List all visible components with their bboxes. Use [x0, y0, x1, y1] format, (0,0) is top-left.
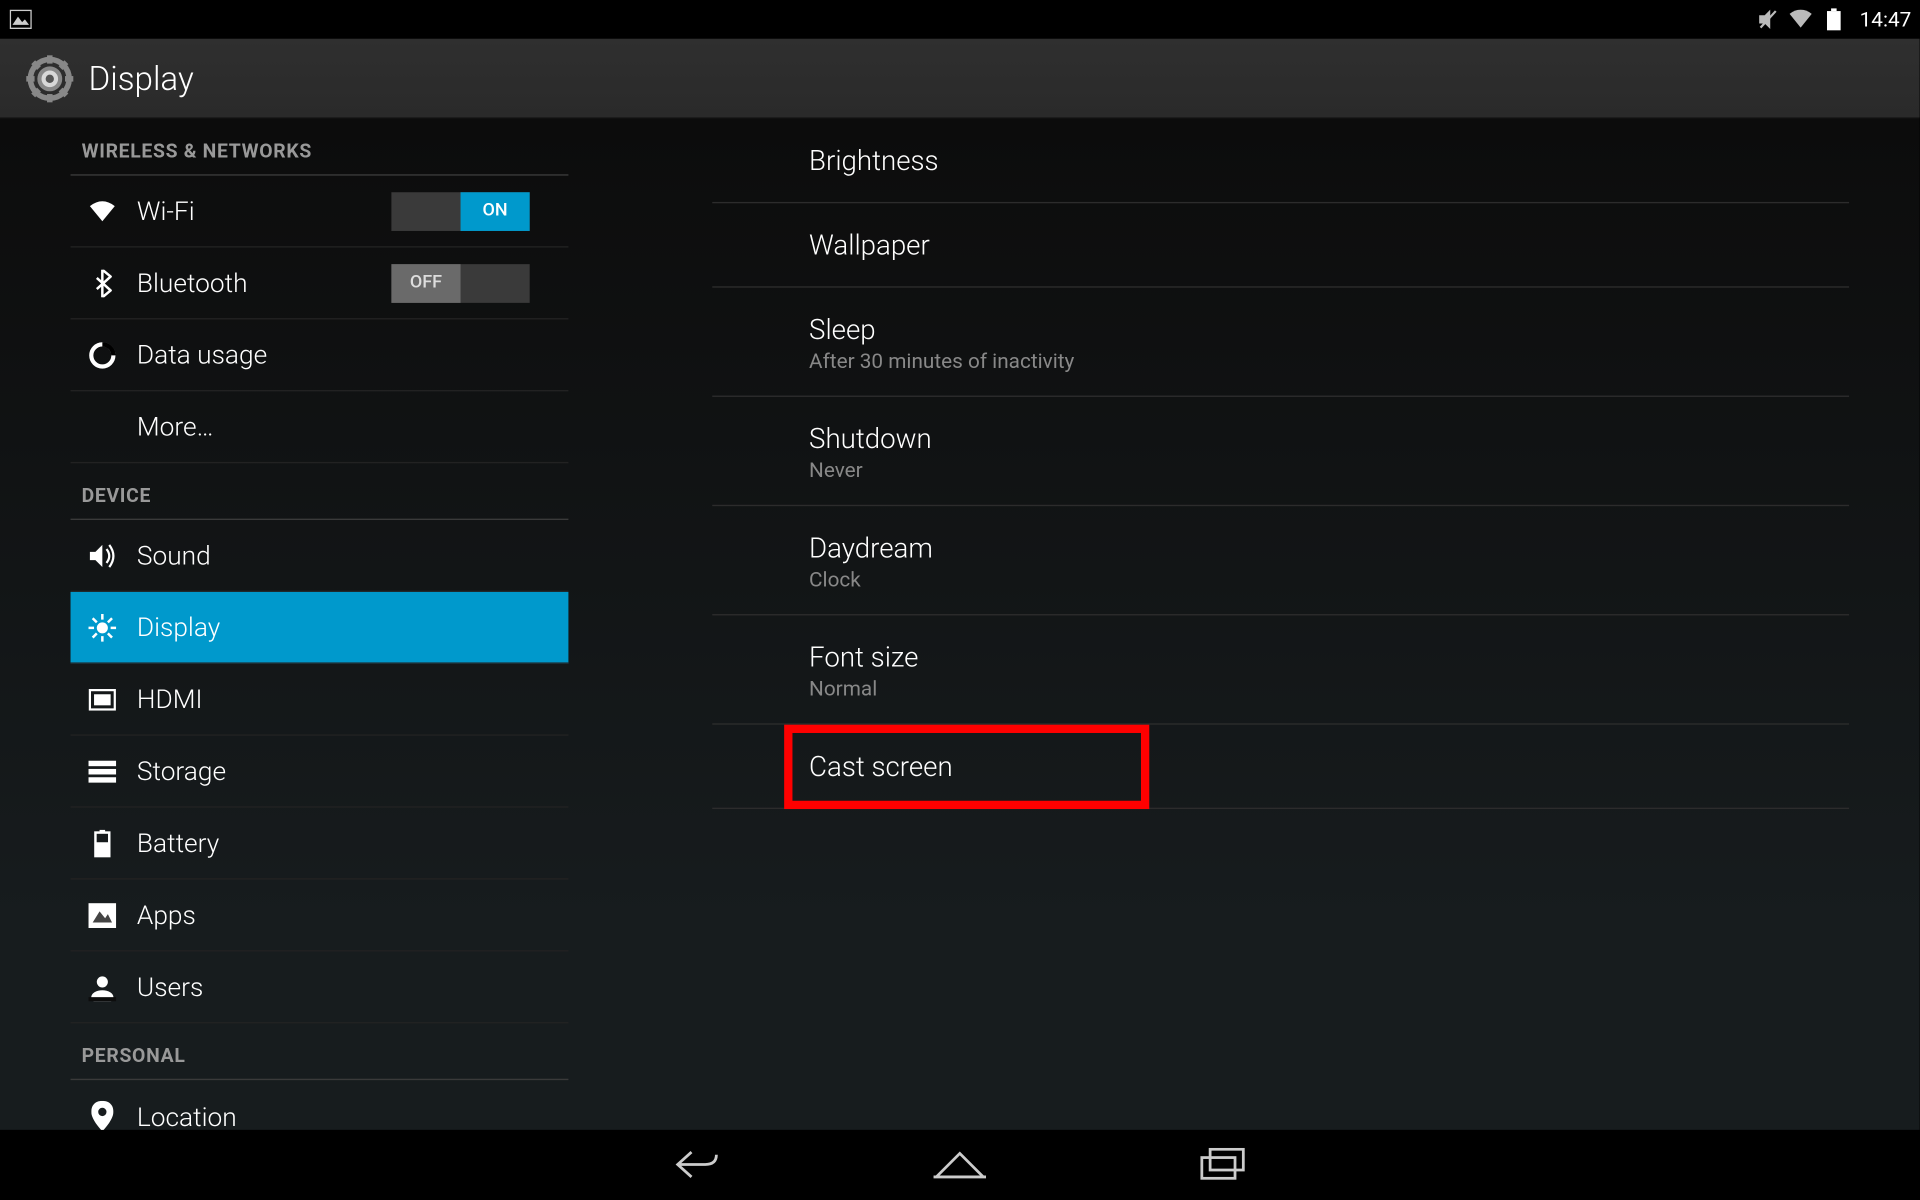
sidebar-item-label: Storage — [137, 755, 226, 787]
action-bar-title: Display — [89, 59, 194, 98]
sidebar-item-label: Data usage — [137, 339, 267, 371]
display-settings-detail: Brightness Wallpaper Sleep After 30 minu… — [712, 119, 1849, 809]
pref-title: Sleep — [809, 313, 1849, 346]
pref-font-size[interactable]: Font size Normal — [712, 615, 1849, 724]
sidebar-item-hdmi[interactable]: HDMI — [71, 664, 569, 736]
display-icon — [87, 612, 117, 642]
pref-shutdown[interactable]: Shutdown Never — [712, 397, 1849, 506]
pref-brightness[interactable]: Brightness — [712, 119, 1849, 203]
sidebar-item-users[interactable]: Users — [71, 952, 569, 1024]
users-icon — [87, 972, 117, 1002]
sidebar-item-label: Users — [137, 971, 203, 1003]
pref-daydream[interactable]: Daydream Clock — [712, 506, 1849, 615]
pref-title: Shutdown — [809, 422, 1849, 455]
nav-recents-button[interactable] — [1195, 1144, 1250, 1185]
sidebar-item-bluetooth[interactable]: Bluetooth OFF — [71, 248, 569, 320]
section-header-wireless: WIRELESS & NETWORKS — [71, 119, 569, 176]
status-clock: 14:47 — [1860, 7, 1912, 32]
sidebar-item-more[interactable]: More… — [71, 391, 569, 463]
status-bar: 14:47 — [0, 0, 1920, 39]
hdmi-icon — [87, 684, 117, 714]
wifi-icon — [87, 196, 117, 226]
pref-summary: Clock — [809, 567, 1849, 592]
pref-cast-screen[interactable]: Cast screen — [712, 725, 1849, 809]
sidebar-item-label: Sound — [137, 539, 211, 571]
pref-title: Wallpaper — [809, 228, 1849, 261]
pref-title: Daydream — [809, 531, 1849, 564]
settings-gear-icon[interactable] — [19, 48, 80, 109]
sidebar-item-label: Apps — [137, 899, 196, 931]
pref-wallpaper[interactable]: Wallpaper — [712, 203, 1849, 287]
sidebar-item-data-usage[interactable]: Data usage — [71, 319, 569, 391]
pref-summary: Normal — [809, 676, 1849, 701]
battery-icon — [1821, 7, 1846, 32]
location-icon — [87, 1101, 117, 1131]
notification-picture-icon — [8, 7, 33, 32]
action-bar: Display — [0, 39, 1920, 119]
pref-summary: After 30 minutes of inactivity — [809, 349, 1849, 374]
mute-icon — [1755, 7, 1780, 32]
bluetooth-toggle[interactable]: OFF — [391, 263, 529, 302]
system-navigation-bar — [0, 1130, 1920, 1199]
data-usage-icon — [87, 340, 117, 370]
sidebar-item-display[interactable]: Display — [71, 592, 569, 664]
spacer-icon — [87, 411, 117, 441]
sidebar-item-wifi[interactable]: Wi-Fi ON — [71, 176, 569, 248]
pref-sleep[interactable]: Sleep After 30 minutes of inactivity — [712, 288, 1849, 397]
storage-icon — [87, 756, 117, 786]
section-header-device: DEVICE — [71, 463, 569, 520]
wifi-toggle[interactable]: ON — [391, 192, 529, 231]
sidebar-item-apps[interactable]: Apps — [71, 880, 569, 952]
pref-title: Cast screen — [809, 750, 1849, 783]
pref-title: Font size — [809, 640, 1849, 673]
sidebar-item-battery[interactable]: Battery — [71, 808, 569, 880]
nav-home-button[interactable] — [932, 1144, 987, 1185]
sound-icon — [87, 540, 117, 570]
sidebar-item-label: Display — [137, 611, 220, 643]
sidebar-item-sound[interactable]: Sound — [71, 520, 569, 592]
pref-title: Brightness — [809, 144, 1849, 177]
sidebar-item-label: Wi-Fi — [137, 195, 195, 227]
bluetooth-icon — [87, 268, 117, 298]
apps-icon — [87, 900, 117, 930]
sidebar-item-label: More… — [137, 411, 214, 443]
battery-icon — [87, 828, 117, 858]
sidebar-item-label: Bluetooth — [137, 267, 248, 299]
nav-back-button[interactable] — [669, 1144, 724, 1185]
sidebar-item-label: Location — [137, 1100, 237, 1132]
pref-summary: Never — [809, 458, 1849, 483]
sidebar-item-label: Battery — [137, 827, 219, 859]
wifi-icon — [1788, 7, 1813, 32]
sidebar-item-storage[interactable]: Storage — [71, 736, 569, 808]
sidebar-item-label: HDMI — [137, 683, 203, 715]
section-header-personal: PERSONAL — [71, 1023, 569, 1080]
settings-sidebar: WIRELESS & NETWORKS Wi-Fi ON Bluetooth O… — [71, 119, 569, 1152]
